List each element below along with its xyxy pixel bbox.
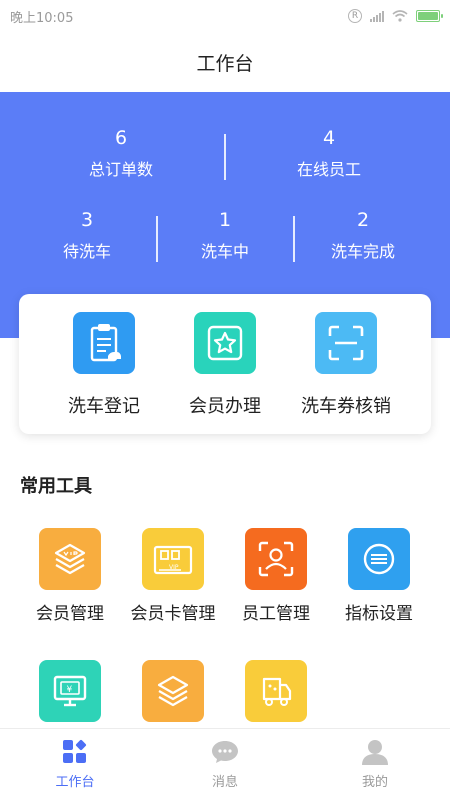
r-badge-icon: R	[348, 9, 362, 23]
divider	[224, 134, 226, 180]
stat-waiting-wash[interactable]: 3 待洗车	[27, 208, 147, 264]
tools-section-title: 常用工具	[20, 476, 92, 497]
vip-layers-icon	[142, 660, 204, 722]
stat-value: 2	[356, 209, 370, 231]
tool-label: 会员管理	[36, 604, 104, 624]
stat-wash-complete[interactable]: 2 洗车完成	[303, 208, 423, 264]
stat-label: 总订单数	[88, 160, 153, 179]
quick-actions-card: 洗车登记 会员办理 洗车券核销	[19, 294, 431, 434]
stat-label: 洗车中	[200, 242, 249, 261]
battery-icon	[416, 10, 443, 22]
page-title: 工作台	[196, 52, 254, 75]
nav-workbench[interactable]: 工作台	[0, 729, 150, 800]
tool-label: 指标设置	[345, 604, 413, 624]
divider	[293, 216, 295, 262]
quick-action-membership[interactable]: 会员办理	[155, 312, 295, 418]
signal-icon	[370, 10, 384, 22]
status-bar: 晚上10:05 R	[0, 0, 450, 32]
nav-label: 工作台	[55, 775, 95, 790]
stat-washing[interactable]: 1 洗车中	[165, 208, 285, 264]
tool-label: 员工管理	[242, 604, 310, 624]
nav-label: 我的	[361, 775, 388, 790]
nav-messages[interactable]: 消息	[150, 729, 300, 800]
quick-action-label: 洗车券核销	[301, 396, 391, 417]
stat-value: 1	[218, 209, 232, 231]
quick-action-coupon-redeem[interactable]: 洗车券核销	[276, 312, 416, 418]
target-icon	[348, 528, 410, 590]
tool-staff-management[interactable]: 员工管理	[224, 528, 328, 624]
quick-action-wash-register[interactable]: 洗车登记	[34, 312, 174, 418]
tool-member-levels[interactable]	[121, 660, 225, 731]
divider	[156, 216, 158, 262]
stat-label: 待洗车	[62, 242, 111, 261]
app-header: 工作台	[0, 32, 450, 92]
clipboard-car-icon	[73, 312, 135, 374]
tool-finance[interactable]: ¥	[18, 660, 122, 731]
truck-icon	[245, 660, 307, 722]
vip-card-icon: VIP	[142, 528, 204, 590]
status-icons: R	[348, 9, 443, 23]
user-icon	[362, 740, 388, 765]
nav-profile[interactable]: 我的	[300, 729, 450, 800]
stat-online-staff[interactable]: 4 在线员工	[254, 126, 404, 182]
tool-label: 会员卡管理	[130, 604, 216, 624]
monitor-money-icon: ¥	[39, 660, 101, 722]
stat-label: 洗车完成	[330, 242, 395, 261]
stat-total-orders[interactable]: 6 总订单数	[46, 126, 196, 182]
tool-member-management[interactable]: 会员管理	[18, 528, 122, 624]
quick-action-label: 洗车登记	[68, 396, 140, 417]
svg-text:¥: ¥	[67, 685, 73, 695]
status-time: 晚上10:05	[10, 10, 74, 26]
star-card-icon	[194, 312, 256, 374]
vip-layers-icon	[39, 528, 101, 590]
bottom-nav: 工作台 消息 我的	[0, 728, 450, 800]
stat-value: 3	[80, 209, 94, 231]
stat-value: 4	[322, 127, 336, 149]
nav-label: 消息	[211, 775, 238, 790]
dashboard-icon	[63, 739, 87, 763]
message-icon	[212, 741, 238, 763]
tool-member-card-management[interactable]: VIP 会员卡管理	[121, 528, 225, 624]
stat-value: 6	[114, 127, 128, 149]
quick-action-label: 会员办理	[189, 396, 261, 417]
wifi-icon	[392, 10, 408, 22]
scan-icon	[315, 312, 377, 374]
face-scan-icon	[245, 528, 307, 590]
tool-metrics-settings[interactable]: 指标设置	[327, 528, 431, 624]
tool-vehicle[interactable]	[224, 660, 328, 731]
stat-label: 在线员工	[296, 160, 361, 179]
